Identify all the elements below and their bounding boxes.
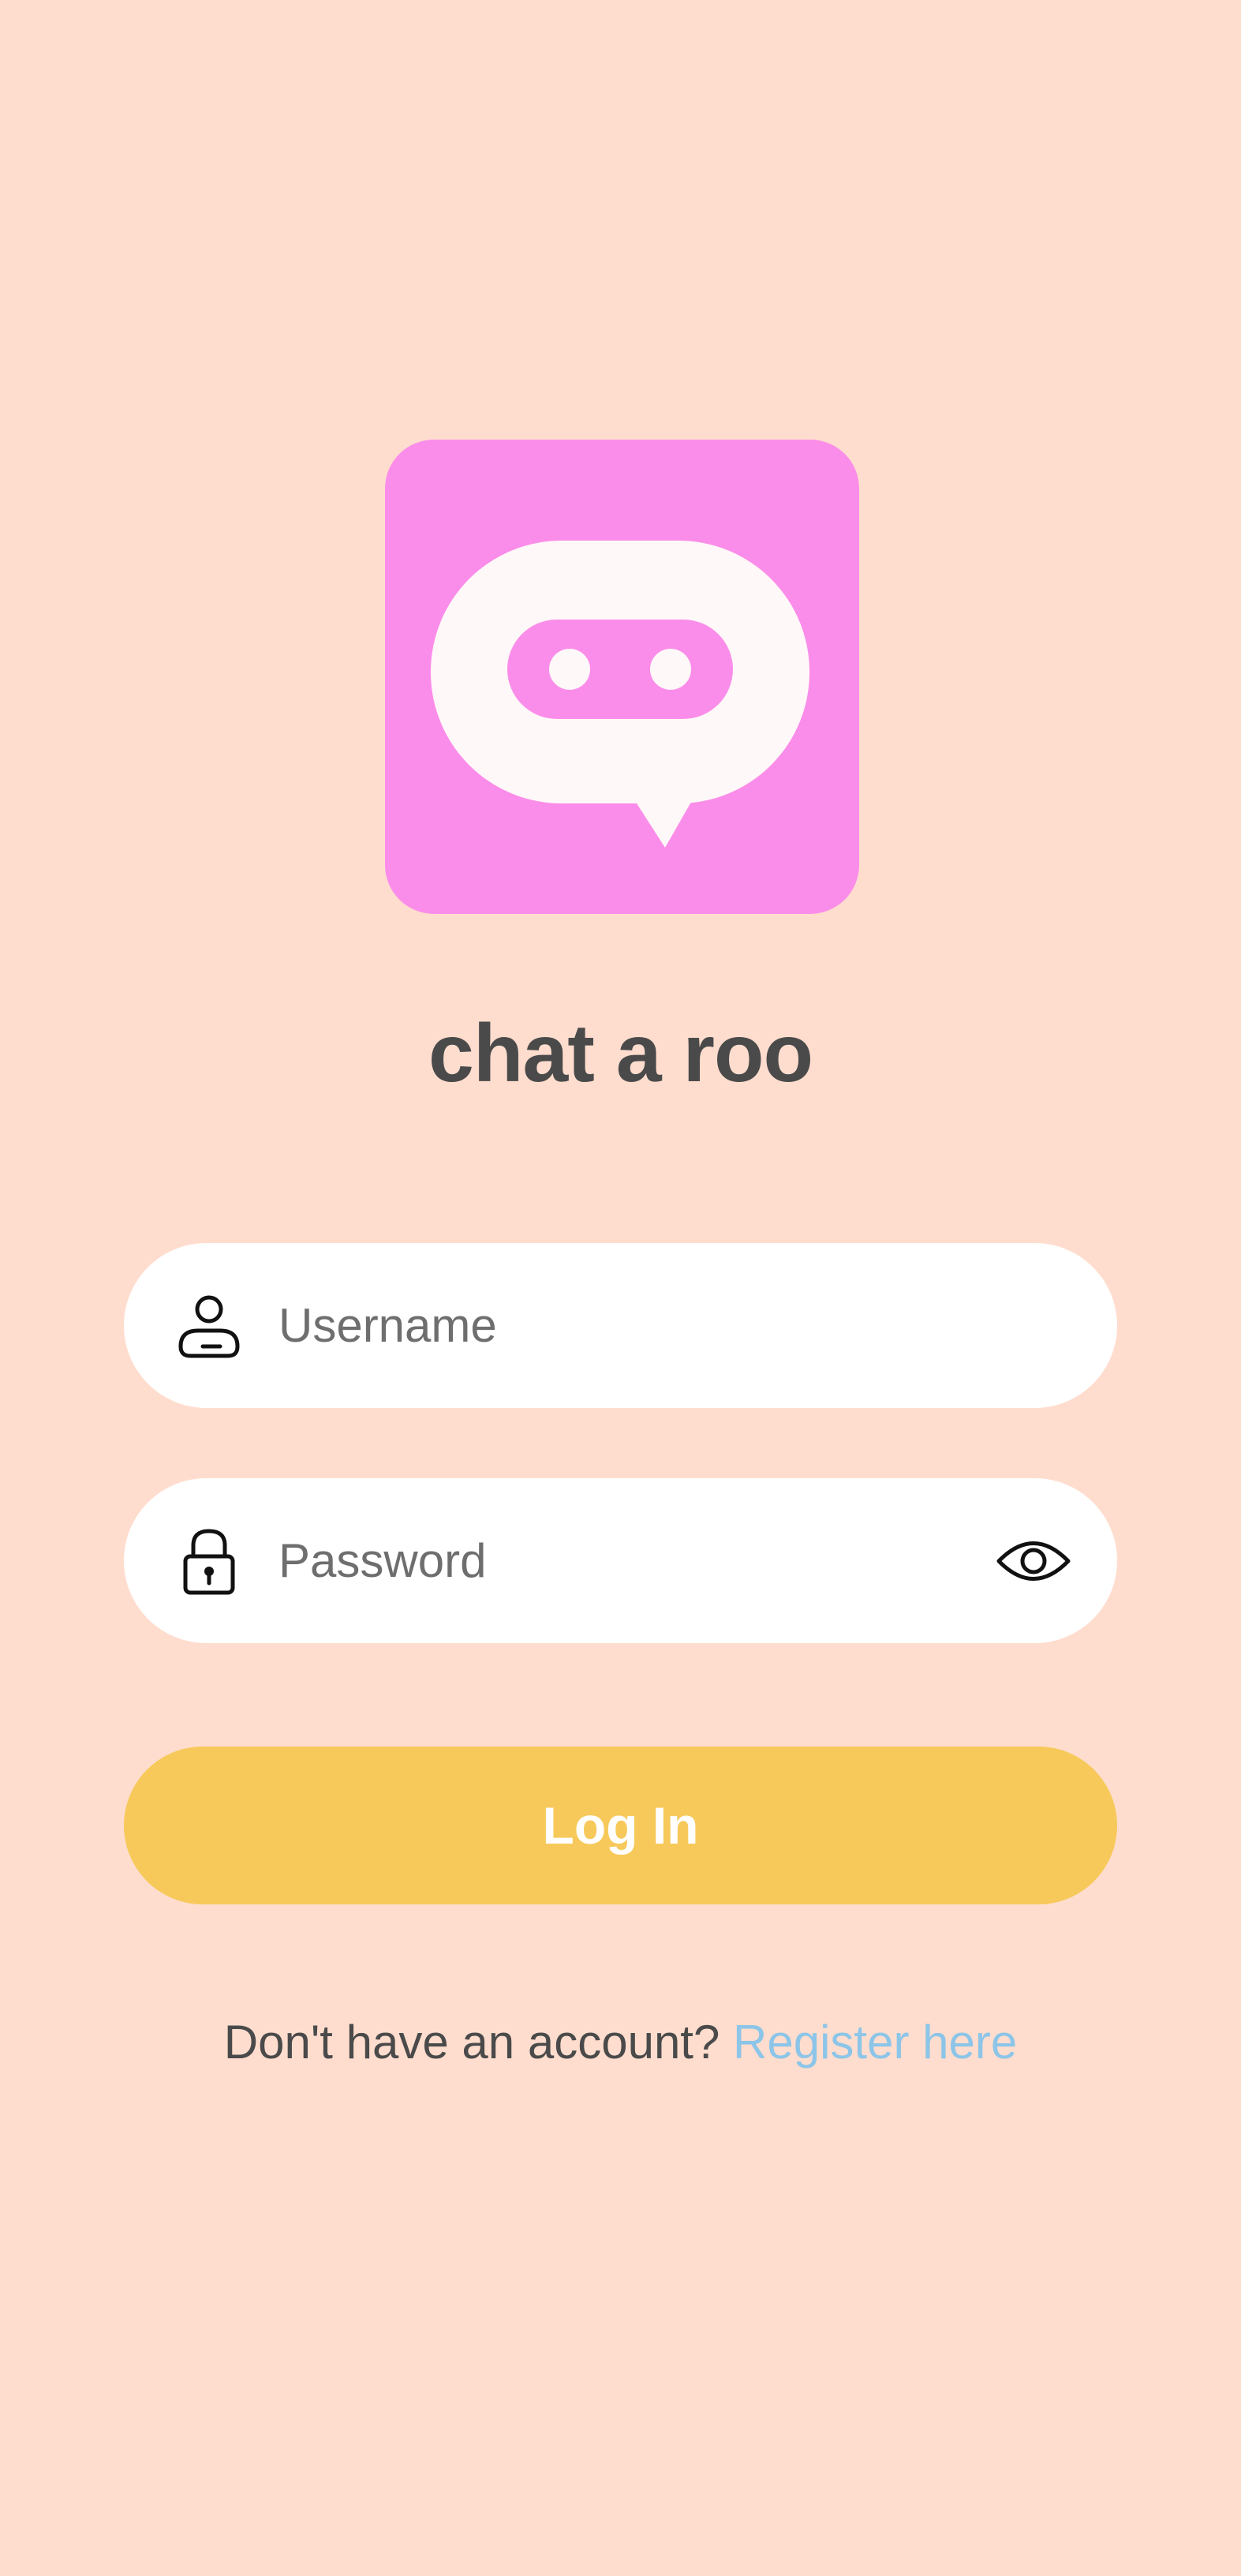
app-title: chat a roo <box>428 1008 813 1099</box>
app-logo <box>385 440 859 914</box>
register-prompt-line: Don't have an account? Register here <box>0 2011 1241 2074</box>
eye-icon[interactable] <box>994 1526 1073 1597</box>
register-link[interactable]: Register here <box>733 2016 1017 2069</box>
username-field[interactable] <box>124 1243 1117 1408</box>
login-button[interactable]: Log In <box>124 1747 1117 1904</box>
user-icon <box>174 1291 244 1361</box>
password-input[interactable] <box>278 1478 989 1643</box>
password-field[interactable] <box>124 1478 1117 1643</box>
chat-bubble-logo-icon <box>431 541 809 848</box>
username-input[interactable] <box>278 1243 989 1408</box>
lock-icon <box>174 1526 244 1596</box>
register-prompt: Don't have an account? <box>223 2016 720 2069</box>
